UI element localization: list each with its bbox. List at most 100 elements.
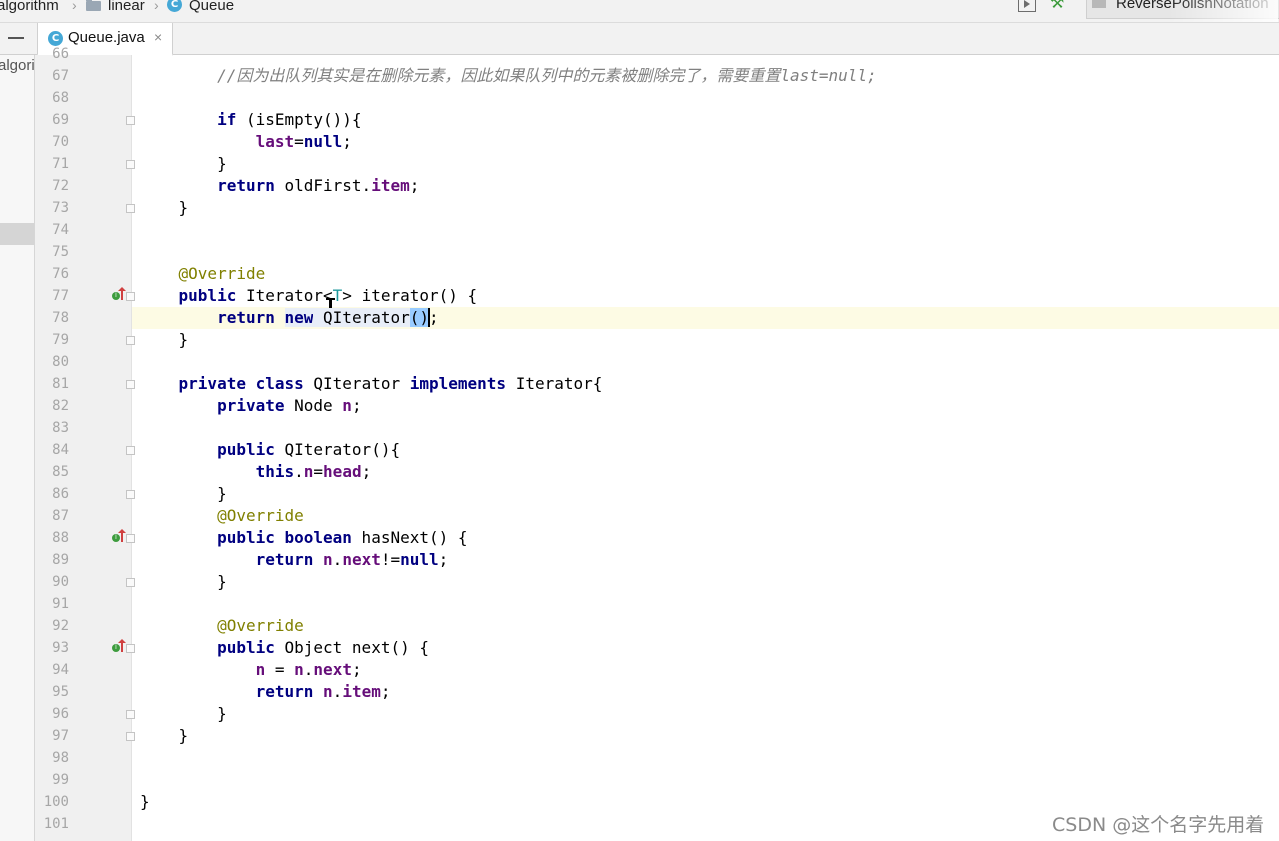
code-token: QIterator <box>313 308 410 327</box>
code-token: () <box>409 308 429 327</box>
code-token: public <box>217 440 275 459</box>
code-token: } <box>140 572 227 591</box>
line-number: 66 <box>52 46 69 62</box>
code-line[interactable]: } <box>140 725 189 747</box>
code-token: public <box>178 286 237 305</box>
code-token: } <box>140 726 189 745</box>
code-line[interactable]: } <box>140 791 150 813</box>
code-editor[interactable]: //因为出队列其实是在删除元素，因此如果队列中的元素被删除完了，需要重置last… <box>132 55 1279 841</box>
code-line[interactable]: return n.next!=null; <box>140 549 449 571</box>
code-token: public boolean <box>217 528 352 547</box>
run-config-icon <box>1092 0 1106 8</box>
code-line[interactable]: return new QIterator(); <box>140 307 439 329</box>
code-line[interactable]: public boolean hasNext() { <box>140 527 467 549</box>
code-token: null <box>400 550 439 569</box>
breadcrumb-item-linear[interactable]: linear <box>108 0 145 14</box>
line-number: 94 <box>52 662 69 678</box>
line-number: 91 <box>52 596 69 612</box>
breadcrumb-separator: › <box>72 0 77 13</box>
code-token: return <box>217 176 275 195</box>
override-method-icon[interactable]: I <box>112 639 128 655</box>
code-token: implements <box>409 374 507 393</box>
override-method-icon[interactable]: I <box>112 287 128 303</box>
line-number: 74 <box>52 222 69 238</box>
line-number: 98 <box>52 750 69 766</box>
code-token: //因为出队列其实是在删除元素，因此如果队列中的元素被删除完了，需要重置last… <box>217 66 877 85</box>
line-number: 75 <box>52 244 69 260</box>
code-token: QIterator(){ <box>274 440 401 459</box>
code-token: n <box>342 396 352 415</box>
line-number: 86 <box>52 486 69 502</box>
code-line[interactable]: public Object next() { <box>140 637 429 659</box>
project-tree-item[interactable]: algori <box>0 57 34 74</box>
code-line[interactable]: } <box>140 329 189 351</box>
hammer-icon[interactable]: ⚒ <box>1050 0 1070 12</box>
code-line[interactable]: n = n.next; <box>140 659 362 681</box>
code-line[interactable]: } <box>140 153 227 175</box>
code-token: = <box>265 660 295 679</box>
minimize-icon[interactable] <box>8 37 24 39</box>
code-token: new <box>284 308 314 327</box>
code-line[interactable]: @Override <box>140 263 266 285</box>
editor-gutter: 66 67 68 69 70 71 72 73 74 75 76 77 I 78 79 80 81 82 83 84 8… <box>35 46 135 841</box>
code-token: n <box>323 682 333 701</box>
breadcrumb-separator: › <box>154 0 159 13</box>
line-number: 69 <box>52 112 69 128</box>
tab-label: Queue.java <box>68 29 145 46</box>
code-token: } <box>140 330 189 349</box>
code-token: Iterator{ <box>506 374 603 393</box>
code-token: head <box>323 462 362 481</box>
code-token: public <box>217 638 275 657</box>
code-line[interactable]: return oldFirst.item; <box>140 175 419 197</box>
code-line[interactable]: @Override <box>140 615 304 637</box>
code-line[interactable]: } <box>140 197 189 219</box>
code-line[interactable]: return n.item; <box>140 681 391 703</box>
code-token: null <box>303 132 343 151</box>
project-tree-selection[interactable] <box>0 223 34 245</box>
code-line[interactable]: } <box>140 571 227 593</box>
line-number: 71 <box>52 156 69 172</box>
code-line[interactable]: this.n=head; <box>140 461 372 483</box>
line-number: 70 <box>52 134 69 150</box>
override-method-icon[interactable]: I <box>112 529 128 545</box>
close-icon[interactable]: × <box>154 29 162 45</box>
run-icon[interactable] <box>1018 0 1036 12</box>
code-line[interactable]: last=null; <box>140 131 352 153</box>
code-line[interactable]: private class QIterator implements Itera… <box>140 373 603 395</box>
code-line[interactable]: if (isEmpty()){ <box>140 109 362 131</box>
code-line[interactable]: } <box>140 483 227 505</box>
code-token: return <box>255 550 314 569</box>
line-number: 85 <box>52 464 69 480</box>
folder-icon <box>86 0 101 11</box>
code-token: private <box>217 396 285 415</box>
breadcrumb-item-algorithm[interactable]: algorithm <box>0 0 59 14</box>
class-icon: C <box>167 0 182 12</box>
code-token: ; <box>361 462 372 481</box>
code-token: n <box>323 550 333 569</box>
code-line[interactable]: public QIterator(){ <box>140 439 400 461</box>
code-line[interactable]: } <box>140 703 227 725</box>
code-line[interactable]: public Iterator<T> iterator() { <box>140 285 478 307</box>
code-line[interactable]: @Override <box>140 505 304 527</box>
code-line[interactable]: private Node n; <box>140 395 362 417</box>
line-number: 73 <box>52 200 69 216</box>
line-number: 82 <box>52 398 69 414</box>
breadcrumb-item-queue[interactable]: Queue <box>189 0 234 14</box>
code-line[interactable]: //因为出队列其实是在删除元素，因此如果队列中的元素被删除完了，需要重置last… <box>140 65 877 87</box>
code-token: . <box>294 462 304 481</box>
code-token: ; <box>380 682 391 701</box>
code-token: next <box>313 660 352 679</box>
